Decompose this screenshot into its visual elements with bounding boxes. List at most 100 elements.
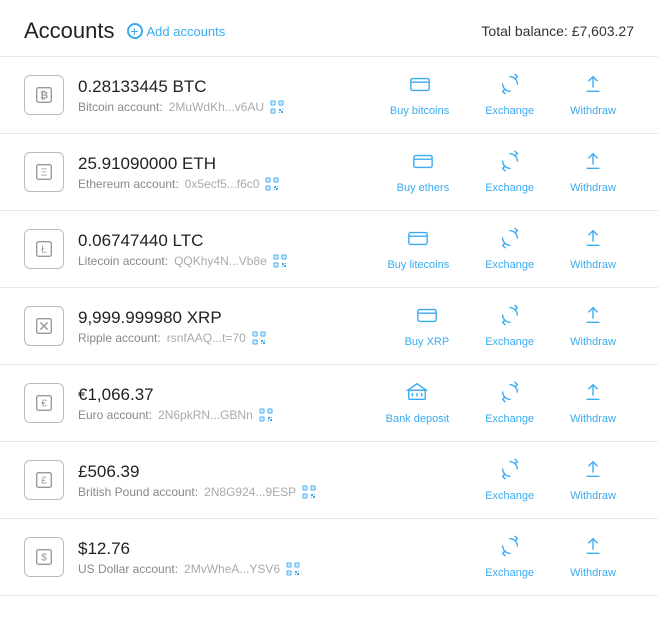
account-amount: 25.91090000 ETH: [78, 154, 379, 174]
action-label: Withdraw: [570, 490, 616, 502]
action-btn-withdraw[interactable]: Withdraw: [552, 304, 634, 348]
exchange-icon: [499, 227, 521, 254]
account-row: Ł 0.06747440 LTC Litecoin account: QQKhy4N.…: [0, 211, 658, 288]
action-btn-withdraw[interactable]: Withdraw: [552, 227, 634, 271]
withdraw-icon: [582, 227, 604, 254]
action-label: Withdraw: [570, 567, 616, 579]
buy-bitcoins-icon: [409, 73, 431, 100]
account-sub: Litecoin account: QQKhy4N...Vb8e: [78, 254, 369, 268]
action-btn-exchange[interactable]: Exchange: [467, 227, 552, 271]
exchange-icon: [499, 150, 521, 177]
account-label: Ripple account:: [78, 331, 161, 345]
action-btn-exchange[interactable]: Exchange: [467, 150, 552, 194]
account-label: Ethereum account:: [78, 177, 179, 191]
qr-icon[interactable]: [265, 177, 279, 191]
account-icon-btc: ₿: [24, 75, 64, 115]
account-icon-eth: Ξ: [24, 152, 64, 192]
action-btn-buy-litecoins[interactable]: Buy litecoins: [369, 227, 467, 271]
exchange-icon: [499, 73, 521, 100]
action-label: Exchange: [485, 182, 534, 194]
exchange-icon: [499, 381, 521, 408]
action-label: Buy ethers: [397, 182, 450, 194]
account-label: Euro account:: [78, 408, 152, 422]
action-label: Exchange: [485, 490, 534, 502]
action-btn-withdraw[interactable]: Withdraw: [552, 458, 634, 502]
account-info-xrp: 9,999.999980 XRP Ripple account: rsnfAAQ..…: [78, 308, 387, 345]
action-btn-exchange[interactable]: Exchange: [467, 381, 552, 425]
action-btn-exchange[interactable]: Exchange: [467, 458, 552, 502]
account-amount: 9,999.999980 XRP: [78, 308, 387, 328]
action-label: Exchange: [485, 413, 534, 425]
account-sub: British Pound account:2N8G924...9ESP: [78, 485, 467, 499]
account-address: 2MvWheA...YSV6: [184, 562, 280, 576]
action-btn-withdraw[interactable]: Withdraw: [552, 150, 634, 194]
account-amount: 0.28133445 BTC: [78, 77, 372, 97]
account-row: $$12.76US Dollar account:2MvWheA...YSV6E…: [0, 519, 658, 596]
account-amount: 0.06747440 LTC: [78, 231, 369, 251]
exchange-icon: [499, 458, 521, 485]
accounts-list: ₿0.28133445 BTCBitcoin account:2MuWdKh..…: [0, 57, 658, 596]
account-label: Bitcoin account:: [78, 100, 163, 114]
withdraw-icon: [582, 304, 604, 331]
action-btn-buy-bitcoins[interactable]: Buy bitcoins: [372, 73, 467, 117]
account-info-eur: €1,066.37 Euro account: 2N6pkRN...GBNn: [78, 385, 368, 422]
svg-text:€: €: [41, 399, 47, 410]
action-label: Buy XRP: [405, 336, 450, 348]
action-btn-exchange[interactable]: Exchange: [467, 535, 552, 579]
action-btn-withdraw[interactable]: Withdraw: [552, 535, 634, 579]
action-label: Withdraw: [570, 336, 616, 348]
buy-xrp-icon: [416, 304, 438, 331]
qr-icon[interactable]: [273, 254, 287, 268]
account-address: 2N8G924...9ESP: [204, 485, 296, 499]
account-label: US Dollar account:: [78, 562, 178, 576]
account-address: 2N6pkRN...GBNn: [158, 408, 253, 422]
account-info-btc: 0.28133445 BTCBitcoin account:2MuWdKh...…: [78, 77, 372, 114]
exchange-icon: [499, 304, 521, 331]
account-row: Ξ 25.91090000 ETH Ethereum account:0x5ecf5…: [0, 134, 658, 211]
action-label: Withdraw: [570, 105, 616, 117]
qr-icon[interactable]: [286, 562, 300, 576]
action-btn-buy-xrp[interactable]: Buy XRP: [387, 304, 468, 348]
account-row: 9,999.999980 XRP Ripple account: rsnfAAQ..…: [0, 288, 658, 365]
action-btn-withdraw[interactable]: Withdraw: [552, 73, 634, 117]
account-sub: Ripple account: rsnfAAQ...t=70: [78, 331, 387, 345]
account-sub: Ethereum account:0x5ecf5...f6c0: [78, 177, 379, 191]
add-accounts-button[interactable]: + Add accounts: [127, 23, 226, 39]
page-title: Accounts: [24, 18, 115, 44]
withdraw-icon: [582, 535, 604, 562]
account-address: QQKhy4N...Vb8e: [174, 254, 267, 268]
account-sub: US Dollar account: 2MvWheA...YSV6: [78, 562, 467, 576]
withdraw-icon: [582, 150, 604, 177]
account-actions-eth: Buy ethers Exchange Withdraw: [379, 150, 634, 194]
action-btn-exchange[interactable]: Exchange: [467, 73, 552, 117]
withdraw-icon: [582, 73, 604, 100]
action-btn-withdraw[interactable]: Withdraw: [552, 381, 634, 425]
action-label: Buy bitcoins: [390, 105, 449, 117]
account-amount: $12.76: [78, 539, 467, 559]
account-amount: €1,066.37: [78, 385, 368, 405]
account-actions-xrp: Buy XRP Exchange Withdraw: [387, 304, 634, 348]
account-label: Litecoin account:: [78, 254, 168, 268]
qr-icon[interactable]: [270, 100, 284, 114]
plus-circle-icon: +: [127, 23, 143, 39]
total-balance: Total balance: £7,603.27: [481, 23, 634, 39]
qr-icon[interactable]: [259, 408, 273, 422]
account-info-ltc: 0.06747440 LTC Litecoin account: QQKhy4N..…: [78, 231, 369, 268]
action-label: Withdraw: [570, 182, 616, 194]
account-actions-ltc: Buy litecoinsExchangeWithdraw: [369, 227, 634, 271]
account-address: rsnfAAQ...t=70: [167, 331, 246, 345]
account-icon-eur: €: [24, 383, 64, 423]
action-btn-exchange[interactable]: Exchange: [467, 304, 552, 348]
account-icon-ltc: Ł: [24, 229, 64, 269]
qr-icon[interactable]: [302, 485, 316, 499]
action-btn-buy-ethers[interactable]: Buy ethers: [379, 150, 468, 194]
account-sub: Euro account: 2N6pkRN...GBNn: [78, 408, 368, 422]
buy-litecoins-icon: [407, 227, 429, 254]
qr-icon[interactable]: [252, 331, 266, 345]
action-label: Bank deposit: [386, 413, 450, 425]
page-header: Accounts + Add accounts Total balance: £…: [0, 0, 658, 57]
action-btn-bank-deposit[interactable]: Bank deposit: [368, 381, 468, 425]
account-icon-gbp: £: [24, 460, 64, 500]
account-info-usd: $12.76 US Dollar account: 2MvWheA...YSV6: [78, 539, 467, 576]
account-row: ₿0.28133445 BTCBitcoin account:2MuWdKh..…: [0, 57, 658, 134]
